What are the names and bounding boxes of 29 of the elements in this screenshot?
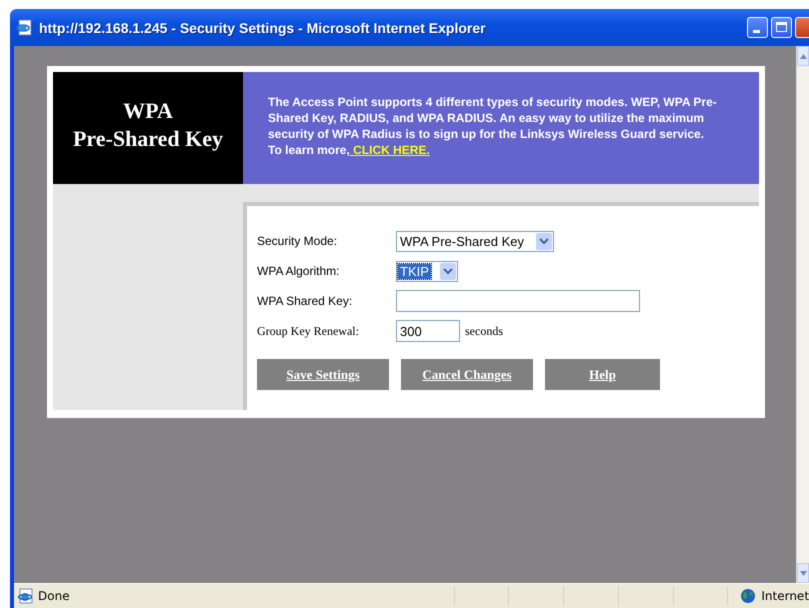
text-field[interactable]: 300	[396, 320, 460, 342]
close-button[interactable]	[795, 17, 809, 38]
maximize-button[interactable]	[771, 17, 792, 38]
window-title: http://192.168.1.245 - Security Settings - Microsoft Internet Explorer	[39, 20, 487, 36]
unit-label: seconds	[465, 324, 503, 338]
page-title: WPA Pre-Shared Key	[53, 72, 243, 184]
globe-icon	[740, 588, 756, 604]
chevron-down-icon	[443, 268, 453, 274]
scroll-up-icon[interactable]	[800, 54, 806, 58]
minimize-button[interactable]	[747, 17, 768, 38]
page-icon	[16, 19, 33, 36]
field-label: Security Mode:	[257, 234, 338, 248]
text-field[interactable]	[396, 290, 640, 312]
field-label: WPA Shared Key:	[257, 294, 354, 308]
action-button[interactable]: Cancel Changes	[401, 359, 533, 390]
action-button[interactable]: Help	[545, 359, 660, 390]
description-text: The Access Point supports 4 different types of security modes. WEP, WPA Pre-Shared Key, RADIUS, and WPA RADIUS. An easy way to utilize the maximum security of WPA Radius is to sign up for the Linksys Wireless Guard service. To learn more, CLICK HERE.	[268, 94, 718, 158]
status-text: Done	[38, 589, 70, 603]
page-icon	[18, 588, 34, 604]
chevron-down-icon	[539, 238, 549, 244]
click-here-link[interactable]: CLICK HERE.	[350, 143, 430, 157]
dropdown[interactable]: TKIP	[396, 260, 458, 282]
field-label: Group Key Renewal:	[257, 324, 360, 338]
field-label: WPA Algorithm:	[257, 264, 340, 278]
scroll-down-icon[interactable]	[800, 570, 806, 576]
vertical-scrollbar[interactable]	[796, 46, 809, 583]
action-button[interactable]: Save Settings	[257, 359, 389, 390]
security-zone: Internet	[761, 589, 809, 603]
dropdown[interactable]: WPA Pre-Shared Key	[396, 230, 554, 252]
